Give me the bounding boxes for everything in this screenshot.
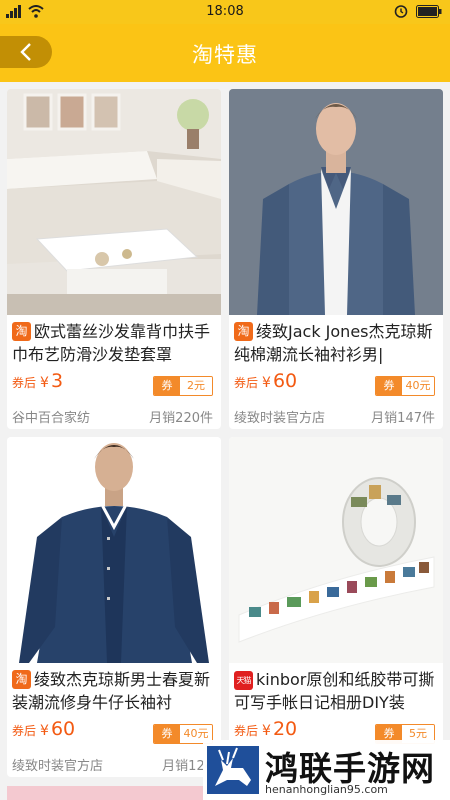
taobao-badge: 淘 [234,322,253,341]
coupon-amount: 40元 [402,377,434,395]
monthly-sales: 月销147件 [371,411,435,426]
price-currency: ¥ [40,723,49,739]
price-label: 券后 [234,376,259,390]
product-title-text: kinbor原创和纸胶带可撕可写手帐日记相册DIY装 [234,670,435,712]
watermark: 鸿联手游网 henanhonglian95.com [203,740,450,800]
price-currency: ¥ [262,375,271,391]
coupon-label: 券 [154,725,180,743]
price-row: 券后 ¥ 20 [234,718,297,740]
product-title[interactable]: 淘欧式蕾丝沙发靠背巾扶手巾布艺防滑沙发垫套罩 [12,320,220,366]
coupon-tag[interactable]: 券 2元 [153,376,213,396]
product-title-text: 欧式蕾丝沙发靠背巾扶手巾布艺防滑沙发垫套罩 [12,322,211,364]
price-currency: ¥ [40,375,49,391]
product-card[interactable]: 淘绫致Jack Jones杰克琼斯纯棉潮流长袖衬衫男| 券后 ¥ 60 券 40… [229,89,443,429]
price-label: 券后 [234,724,259,738]
product-title[interactable]: 天猫 kinbor原创和纸胶带可撕可写手帐日记相册DIY装 [234,668,442,714]
shop-name: 绫致时装官方店 [234,411,326,426]
price-value: 20 [272,718,298,740]
status-time: 18:08 [206,4,244,19]
monthly-sales: 月销220件 [149,411,213,426]
page-title: 淘特惠 [192,43,258,67]
coupon-amount: 2元 [180,377,212,395]
product-image[interactable] [229,437,443,663]
price-row: 券后 ¥ 60 [12,718,75,740]
price-value: 60 [272,370,298,392]
product-image[interactable] [229,89,443,315]
product-title[interactable]: 淘绫致Jack Jones杰克琼斯纯棉潮流长袖衬衫男| [234,320,442,366]
battery-icon [416,4,442,18]
header-bar: 淘特惠 [0,24,450,82]
coupon-label: 券 [376,377,402,395]
product-title-text: 绫致Jack Jones杰克琼斯纯棉潮流长袖衬衫男| [234,322,433,364]
price-row: 券后 ¥ 3 [12,370,63,392]
alarm-icon [394,5,408,18]
product-image[interactable] [7,89,221,315]
price-label: 券后 [12,724,37,738]
price-value: 3 [50,370,64,392]
taobao-badge: 淘 [12,670,31,689]
coupon-tag[interactable]: 券 40元 [375,376,435,396]
product-grid[interactable]: 淘欧式蕾丝沙发靠背巾扶手巾布艺防滑沙发垫套罩 券后 ¥ 3 券 2元 谷中百合家… [0,82,450,800]
shop-name: 绫致时装官方店 [12,759,104,774]
price-label: 券后 [12,376,37,390]
product-image[interactable] [7,437,221,663]
deer-logo-icon [207,746,259,794]
product-title-text: 绫致杰克琼斯男士春夏新装潮流修身牛仔长袖衬 [12,670,211,712]
coupon-label: 券 [154,377,180,395]
shop-name: 谷中百合家纺 [12,411,91,426]
tmall-badge: 天猫 [234,671,253,690]
taobao-badge: 淘 [12,322,31,341]
product-title[interactable]: 淘绫致杰克琼斯男士春夏新装潮流修身牛仔长袖衬 [12,668,220,714]
product-card[interactable]: 淘绫致杰克琼斯男士春夏新装潮流修身牛仔长袖衬 券后 ¥ 60 券 40元 绫致时… [7,437,221,777]
price-value: 60 [50,718,76,740]
status-icons-right [394,4,442,18]
price-row: 券后 ¥ 60 [234,370,297,392]
watermark-url: henanhonglian95.com [265,783,388,796]
product-card[interactable]: 天猫 kinbor原创和纸胶带可撕可写手帐日记相册DIY装 券后 ¥ 20 券 5… [229,437,443,777]
price-currency: ¥ [262,723,271,739]
next-product-image-edge [7,786,207,800]
product-card[interactable]: 淘欧式蕾丝沙发靠背巾扶手巾布艺防滑沙发垫套罩 券后 ¥ 3 券 2元 谷中百合家… [7,89,221,429]
status-bar: 18:08 [0,0,450,24]
